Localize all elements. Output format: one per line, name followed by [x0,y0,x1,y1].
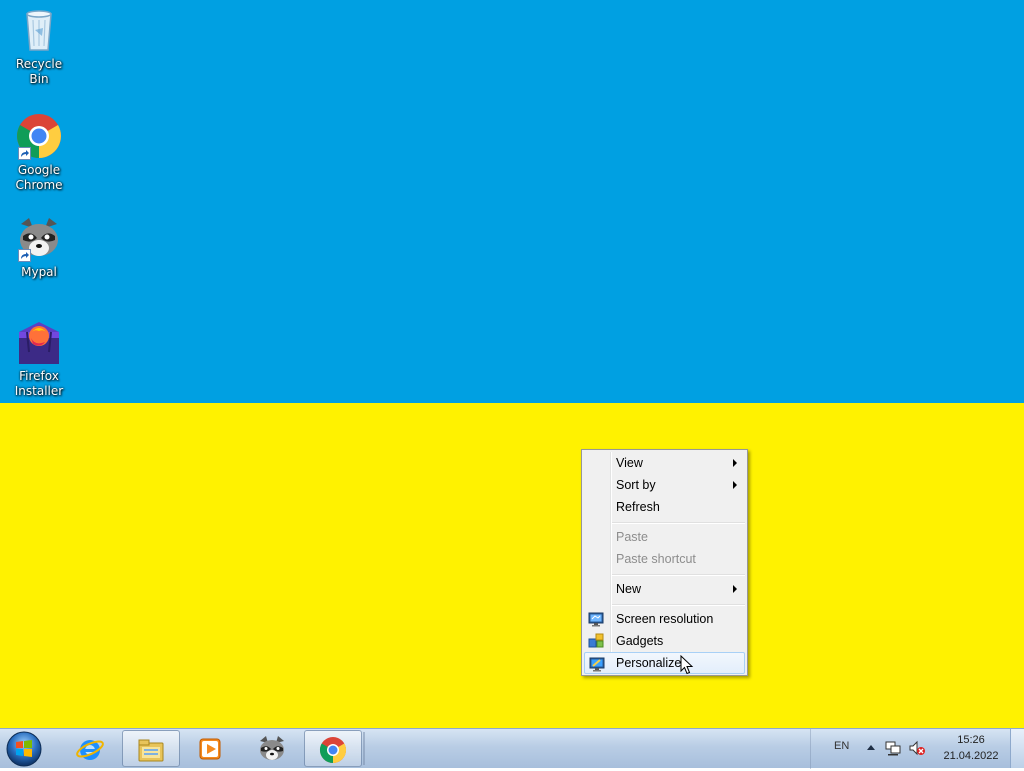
menu-item-label: Sort by [616,478,656,492]
language-indicator[interactable]: EN [834,740,849,752]
desktop-icon-label: Recycle Bin [15,57,63,86]
taskbar-mypal[interactable] [244,730,302,767]
start-button[interactable] [4,730,44,768]
menu-item-refresh[interactable]: Refresh [584,496,745,518]
show-hidden-icons-button[interactable] [862,739,880,757]
desktop-icon-recycle-bin[interactable]: Recycle Bin [6,6,72,87]
menu-item-label: View [616,456,643,470]
submenu-arrow-icon [733,459,737,467]
chevron-up-icon [867,745,875,750]
recycle-bin-icon [15,6,63,54]
taskbar-separator [363,732,365,765]
menu-separator [612,574,745,576]
clock-date[interactable]: 21.04.2022 [938,750,1004,762]
menu-item-personalize[interactable]: Personalize [584,652,745,674]
menu-item-view[interactable]: View [584,452,745,474]
start-orb-icon [6,731,42,767]
raccoon-icon [260,736,284,760]
menu-item-label: Refresh [616,500,660,514]
wallpaper-top-blue [0,0,1024,403]
menu-item-label: Paste shortcut [616,552,696,566]
desktop[interactable]: Recycle Bin Google Chrome Mypal Firefox … [0,0,1024,728]
menu-item-new[interactable]: New [584,578,745,600]
raccoon-icon [15,214,63,262]
network-icon[interactable] [884,739,902,757]
show-desktop-button[interactable] [1010,729,1024,768]
clock-time[interactable]: 15:26 [945,734,997,746]
desktop-icon-firefox-installer[interactable]: Firefox Installer [6,318,72,399]
menu-separator [612,604,745,606]
submenu-arrow-icon [733,585,737,593]
menu-item-label: Gadgets [616,634,664,648]
taskbar-media-player[interactable] [182,730,240,767]
menu-item-sort-by[interactable]: Sort by [584,474,745,496]
menu-separator [612,522,745,524]
taskbar-internet-explorer[interactable] [62,730,120,767]
desktop-icon-label: Google Chrome [15,163,63,192]
gadgets-icon [588,633,604,649]
shortcut-arrow-icon [18,147,31,160]
file-explorer-icon [138,739,164,762]
desktop-icon-mypal[interactable]: Mypal [6,214,72,280]
menu-item-label: Screen resolution [616,612,714,626]
internet-explorer-icon [76,740,104,760]
chrome-icon [319,737,347,764]
taskbar-file-explorer[interactable] [122,730,180,767]
taskbar: EN 15:26 21.04.2022 [0,728,1024,769]
desktop-icon-google-chrome[interactable]: Google Chrome [6,112,72,193]
menu-item-paste-shortcut: Paste shortcut [584,548,745,570]
chrome-icon [15,112,63,160]
tray-separator [810,729,811,769]
menu-item-gadgets[interactable]: Gadgets [584,630,745,652]
personalize-icon [589,656,605,672]
desktop-icon-label: Firefox Installer [14,369,64,398]
desktop-icon-label: Mypal [21,265,57,279]
wallpaper-bottom-yellow [0,403,1024,728]
desktop-context-menu: View Sort by Refresh Paste Paste shortcu… [581,449,748,676]
submenu-arrow-icon [733,481,737,489]
media-player-icon [199,738,221,760]
menu-item-screen-resolution[interactable]: Screen resolution [584,608,745,630]
firefox-installer-icon [15,318,63,366]
monitor-icon [588,611,604,627]
taskbar-google-chrome[interactable] [304,730,362,767]
menu-item-paste: Paste [584,526,745,548]
shortcut-arrow-icon [18,249,31,262]
menu-item-label: Paste [616,530,648,544]
menu-item-label: New [616,582,642,596]
mouse-cursor-icon [680,654,694,675]
menu-item-label: Personalize [616,656,682,670]
volume-muted-icon[interactable] [908,739,926,757]
